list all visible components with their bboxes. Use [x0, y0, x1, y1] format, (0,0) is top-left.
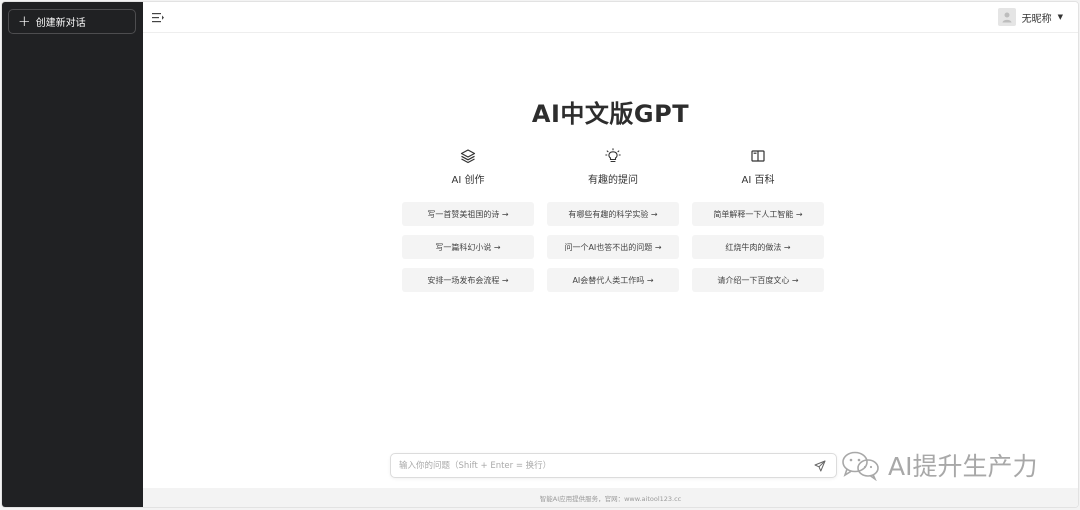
app-window: + 创建新对话 无昵称 ▼ AI中文版GPT AI 创作 有趣的提问 AI 百科…	[1, 1, 1079, 508]
prompt-card[interactable]: 红烧牛肉的做法 →	[692, 235, 824, 259]
column-label: 有趣的提问	[588, 175, 638, 186]
user-icon	[997, 8, 1016, 26]
sidebar: + 创建新对话	[2, 2, 143, 507]
top-bar: 无昵称 ▼	[143, 2, 1078, 33]
menu-icon[interactable]	[152, 12, 164, 23]
caret-down-icon: ▼	[1057, 13, 1063, 21]
page-title: AI中文版GPT	[531, 100, 690, 128]
prompt-card[interactable]: 简单解释一下人工智能 →	[692, 202, 824, 226]
user-menu[interactable]: 无昵称 ▼	[997, 8, 1063, 26]
column-label: AI 创作	[451, 175, 485, 186]
new-chat-button[interactable]: + 创建新对话	[8, 9, 136, 34]
column-header-encyclopedia: AI 百科	[692, 147, 824, 186]
column-header-creation: AI 创作	[402, 147, 534, 186]
watermark: AI提升生产力	[840, 447, 1037, 483]
new-chat-label: 创建新对话	[35, 18, 86, 29]
prompt-card[interactable]: 写一篇科幻小说 →	[402, 235, 534, 259]
prompt-card[interactable]: 请介绍一下百度文心 →	[692, 268, 824, 292]
lightbulb-icon	[605, 148, 621, 163]
plus-icon: +	[18, 12, 31, 30]
username: 无昵称	[1021, 13, 1052, 25]
column-label: AI 百科	[741, 175, 775, 186]
prompt-card[interactable]: AI会替代人类工作吗 →	[547, 268, 679, 292]
watermark-text: AI提升生产力	[888, 452, 1038, 481]
column-header-questions: 有趣的提问	[547, 147, 679, 186]
footer: 智能AI应用提供服务，官网：www.aitool123.cc	[143, 488, 1078, 507]
wechat-icon	[842, 451, 879, 481]
prompt-card[interactable]: 问一个AI也答不出的问题 →	[547, 235, 679, 259]
main-panel: 无昵称 ▼ AI中文版GPT AI 创作 有趣的提问 AI 百科 写一首赞美祖国…	[143, 2, 1078, 507]
chat-input[interactable]	[399, 458, 799, 474]
chat-input-box	[390, 453, 837, 478]
send-icon[interactable]	[814, 460, 826, 472]
prompt-card[interactable]: 写一首赞美祖国的诗 →	[402, 202, 534, 226]
prompt-card[interactable]: 安排一场发布会流程 →	[402, 268, 534, 292]
book-icon	[751, 150, 765, 162]
layers-icon	[460, 149, 476, 164]
prompt-card[interactable]: 有哪些有趣的科学实验 →	[547, 202, 679, 226]
